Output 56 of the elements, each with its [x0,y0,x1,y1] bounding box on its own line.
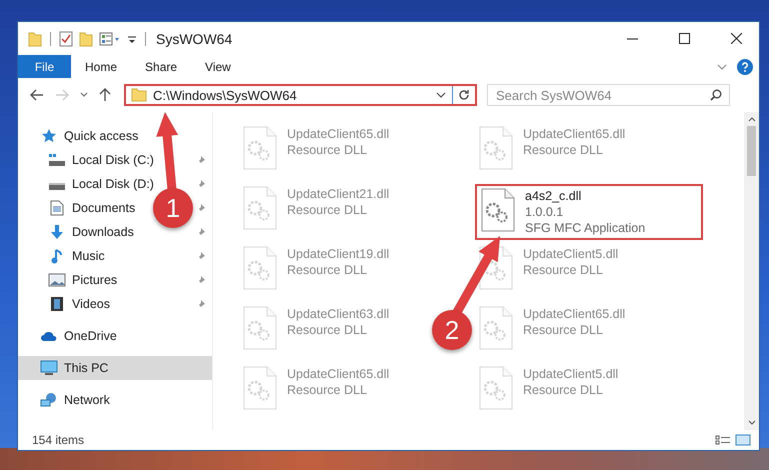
sidebar-item[interactable]: This PC [18,356,212,380]
file-item[interactable]: a4s2_c.dll 1.0.0.1 SFG MFC Application [475,184,703,240]
sidebar-item[interactable]: OneDrive [18,324,212,348]
window-title: SysWOW64 [156,30,232,46]
help-icon[interactable] [737,58,753,74]
document-icon [50,200,64,216]
picture-icon [48,273,66,287]
scroll-down-icon[interactable] [748,420,756,426]
sidebar-item[interactable]: Documents [48,196,140,220]
file-gear-icon [481,188,515,232]
file-gear-icon [243,126,277,170]
sidebar-item[interactable]: Quick access [18,124,212,148]
maximize-icon [678,33,690,44]
details-view-icon[interactable] [715,435,731,445]
film-icon [50,296,64,312]
chevron-down-icon[interactable] [80,92,88,98]
scroll-up-icon[interactable] [748,116,756,122]
file-gear-icon [243,306,277,350]
vertical-scrollbar[interactable] [744,112,759,430]
ribbon-tab[interactable]: View [191,55,245,78]
large-icons-view-icon[interactable] [735,434,751,446]
search-field[interactable]: Search SysWOW64 [487,84,730,106]
network-icon [40,392,58,408]
file-gear-icon [479,306,513,350]
file-gear-icon [243,366,277,410]
up-arrow-icon[interactable] [99,88,111,102]
cloud-icon [40,330,58,342]
ribbon-tab[interactable]: File [18,55,71,78]
checklist-icon[interactable] [59,30,73,46]
monitor-icon [40,360,58,376]
folder-icon [131,88,147,102]
sidebar-item[interactable]: Network [18,388,212,412]
refresh-icon [458,89,470,101]
properties-icon[interactable] [99,30,121,46]
file-gear-icon [479,366,513,410]
music-note-icon [51,248,63,264]
sidebar-item[interactable]: Downloads [48,220,138,244]
address-bar[interactable]: C:\Windows\SysWOW64 [124,84,477,106]
back-arrow-icon[interactable] [30,89,44,101]
sidebar-item[interactable]: Music [48,244,109,268]
sidebar-item[interactable]: Videos [48,292,114,316]
download-arrow-icon [49,224,65,240]
chevron-down-icon[interactable] [436,92,446,98]
file-gear-icon [479,126,513,170]
sidebar-item[interactable]: Local Disk (C:) [48,148,158,172]
search-icon[interactable] [710,89,722,101]
item-count: 154 items [32,433,84,447]
close-icon [730,33,742,44]
star-icon [41,128,57,144]
file-gear-icon [243,186,277,230]
scrollbar-thumb[interactable] [747,126,756,176]
file-gear-icon [243,246,277,290]
ribbon-tab[interactable]: Home [71,55,132,78]
sidebar-item[interactable]: Pictures [48,268,122,292]
drive-icon [48,153,66,167]
ribbon-tab[interactable]: Share [131,55,192,78]
